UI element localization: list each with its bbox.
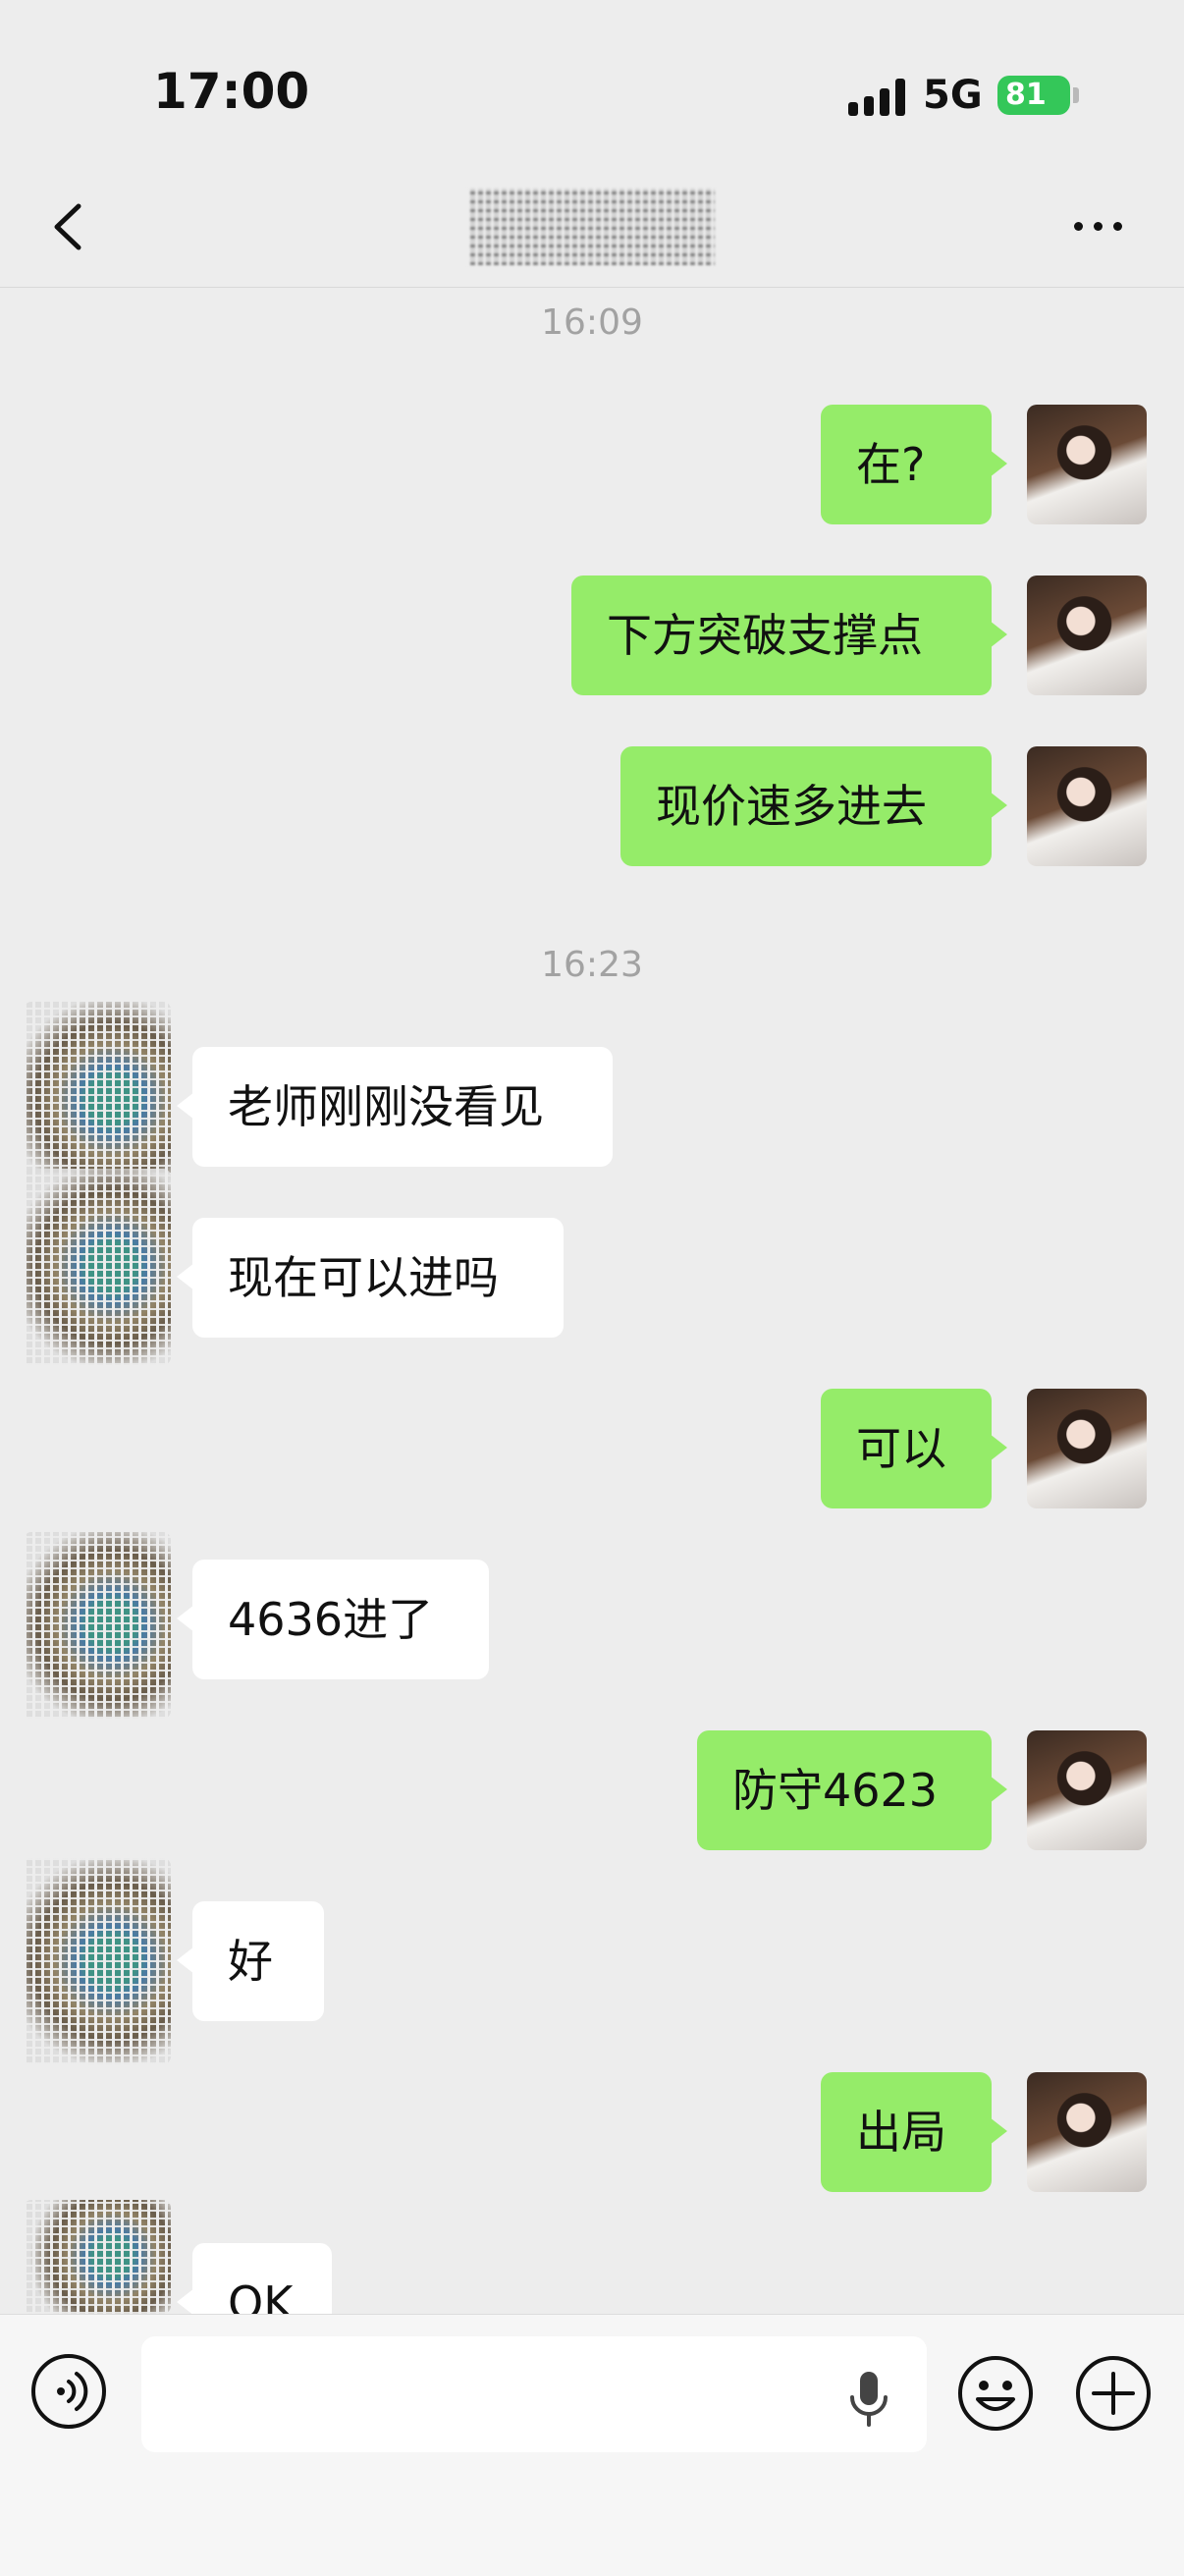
network-label: 5G [923, 73, 983, 118]
message-bubble[interactable]: 出局 [821, 2072, 1007, 2192]
avatar[interactable] [1027, 2072, 1147, 2192]
message-outgoing: 可以 [0, 1389, 1184, 1510]
message-outgoing: 在? [0, 405, 1184, 526]
timestamp: 16:23 [541, 945, 643, 985]
chevron-left-icon[interactable] [39, 192, 98, 261]
status-time: 17:00 [153, 63, 310, 120]
input-bar [0, 2314, 1184, 2576]
message-bubble[interactable]: OK [177, 2243, 332, 2314]
avatar[interactable] [1027, 405, 1147, 524]
message-input[interactable] [141, 2336, 927, 2452]
plus-icon[interactable] [1074, 2354, 1153, 2433]
avatar[interactable] [1027, 1730, 1147, 1850]
message-bubble[interactable]: 现在可以进吗 [177, 1218, 564, 1338]
emoji-icon[interactable] [956, 2354, 1035, 2433]
message-outgoing: 现价速多进去 [0, 746, 1184, 868]
message-outgoing: 下方突破支撑点 [0, 575, 1184, 697]
timestamp: 16:09 [541, 302, 643, 343]
message-bubble[interactable]: 现价速多进去 [620, 746, 1007, 866]
avatar[interactable] [1027, 746, 1147, 866]
avatar[interactable] [1027, 575, 1147, 695]
message-incoming: OK [0, 2243, 1184, 2314]
message-incoming: 好 [0, 1901, 1184, 2023]
message-incoming: 4636进了 [0, 1560, 1184, 1681]
battery-level: 81 [997, 76, 1070, 115]
message-bubble[interactable]: 4636进了 [177, 1560, 489, 1679]
message-bubble[interactable]: 在? [821, 405, 1007, 524]
avatar[interactable] [1027, 1389, 1147, 1508]
mic-icon[interactable] [846, 2368, 891, 2431]
message-bubble[interactable]: 老师刚刚没看见 [177, 1047, 613, 1167]
message-bubble[interactable]: 防守4623 [697, 1730, 1007, 1850]
message-outgoing: 出局 [0, 2072, 1184, 2194]
chat-title-redacted [467, 189, 715, 265]
message-bubble[interactable]: 好 [177, 1901, 324, 2021]
message-incoming: 现在可以进吗 [0, 1218, 1184, 1340]
message-bubble[interactable]: 下方突破支撑点 [571, 575, 1007, 695]
message-incoming: 老师刚刚没看见 [0, 1047, 1184, 1169]
voice-icon[interactable] [31, 2354, 106, 2429]
battery-icon [1073, 87, 1079, 103]
message-bubble[interactable]: 可以 [821, 1389, 1007, 1508]
message-outgoing: 防守4623 [0, 1730, 1184, 1852]
more-dots-icon[interactable] [1070, 218, 1129, 238]
signal-icon [848, 79, 907, 116]
chat-header [0, 167, 1184, 288]
